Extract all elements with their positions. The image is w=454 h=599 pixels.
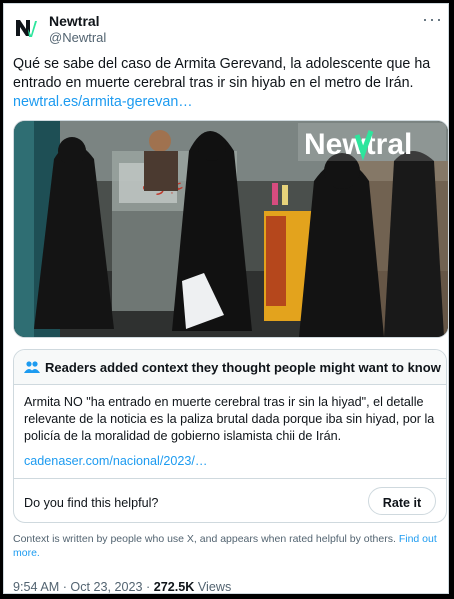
community-note: Readers added context they thought peopl… [13, 349, 447, 523]
community-note-link[interactable]: cadenaser.com/nacional/2023/… [24, 454, 207, 468]
meta-separator: · [146, 580, 151, 594]
tweet-header: Newtral @Newtral ··· [13, 10, 443, 45]
views-label: Views [197, 580, 232, 594]
people-icon [24, 361, 40, 373]
tweet-image[interactable]: عبارت Newtral [13, 120, 449, 338]
newtral-logo[interactable] [13, 15, 39, 41]
tweet-body: Qué se sabe del caso de Armita Gerevand,… [13, 56, 431, 91]
tweet-card: Newtral @Newtral ··· Qué se sabe del cas… [3, 3, 449, 594]
tweet-meta: 9:54 AM · Oct 23, 2023 · 272.5K Views [13, 580, 231, 594]
helpful-question: Do you find this helpful? [24, 496, 159, 510]
street-photo: عبارت Newtral [14, 121, 448, 337]
footnote-text: Context is written by people who use X, … [13, 533, 396, 545]
author-handle[interactable]: @Newtral [49, 30, 106, 45]
meta-separator: · [62, 580, 67, 594]
divider [14, 478, 446, 479]
community-note-header: Readers added context they thought peopl… [14, 350, 446, 385]
author-name[interactable]: Newtral [49, 13, 100, 29]
ellipsis-icon[interactable]: ··· [422, 10, 443, 28]
tweet-link[interactable]: newtral.es/armita-gerevan… [13, 93, 438, 112]
community-note-body: Armita NO "ha entrado en muerte cerebral… [24, 395, 435, 443]
views-count: 272.5K [153, 580, 195, 594]
context-footnote: Context is written by people who use X, … [13, 532, 438, 560]
tweet-text: Qué se sabe del caso de Armita Gerevand,… [13, 55, 438, 112]
tweet-time[interactable]: 9:54 AM [13, 580, 59, 594]
community-note-title: Readers added context they thought peopl… [45, 360, 441, 375]
rate-it-button[interactable]: Rate it [368, 487, 436, 515]
tweet-date[interactable]: Oct 23, 2023 [70, 580, 142, 594]
